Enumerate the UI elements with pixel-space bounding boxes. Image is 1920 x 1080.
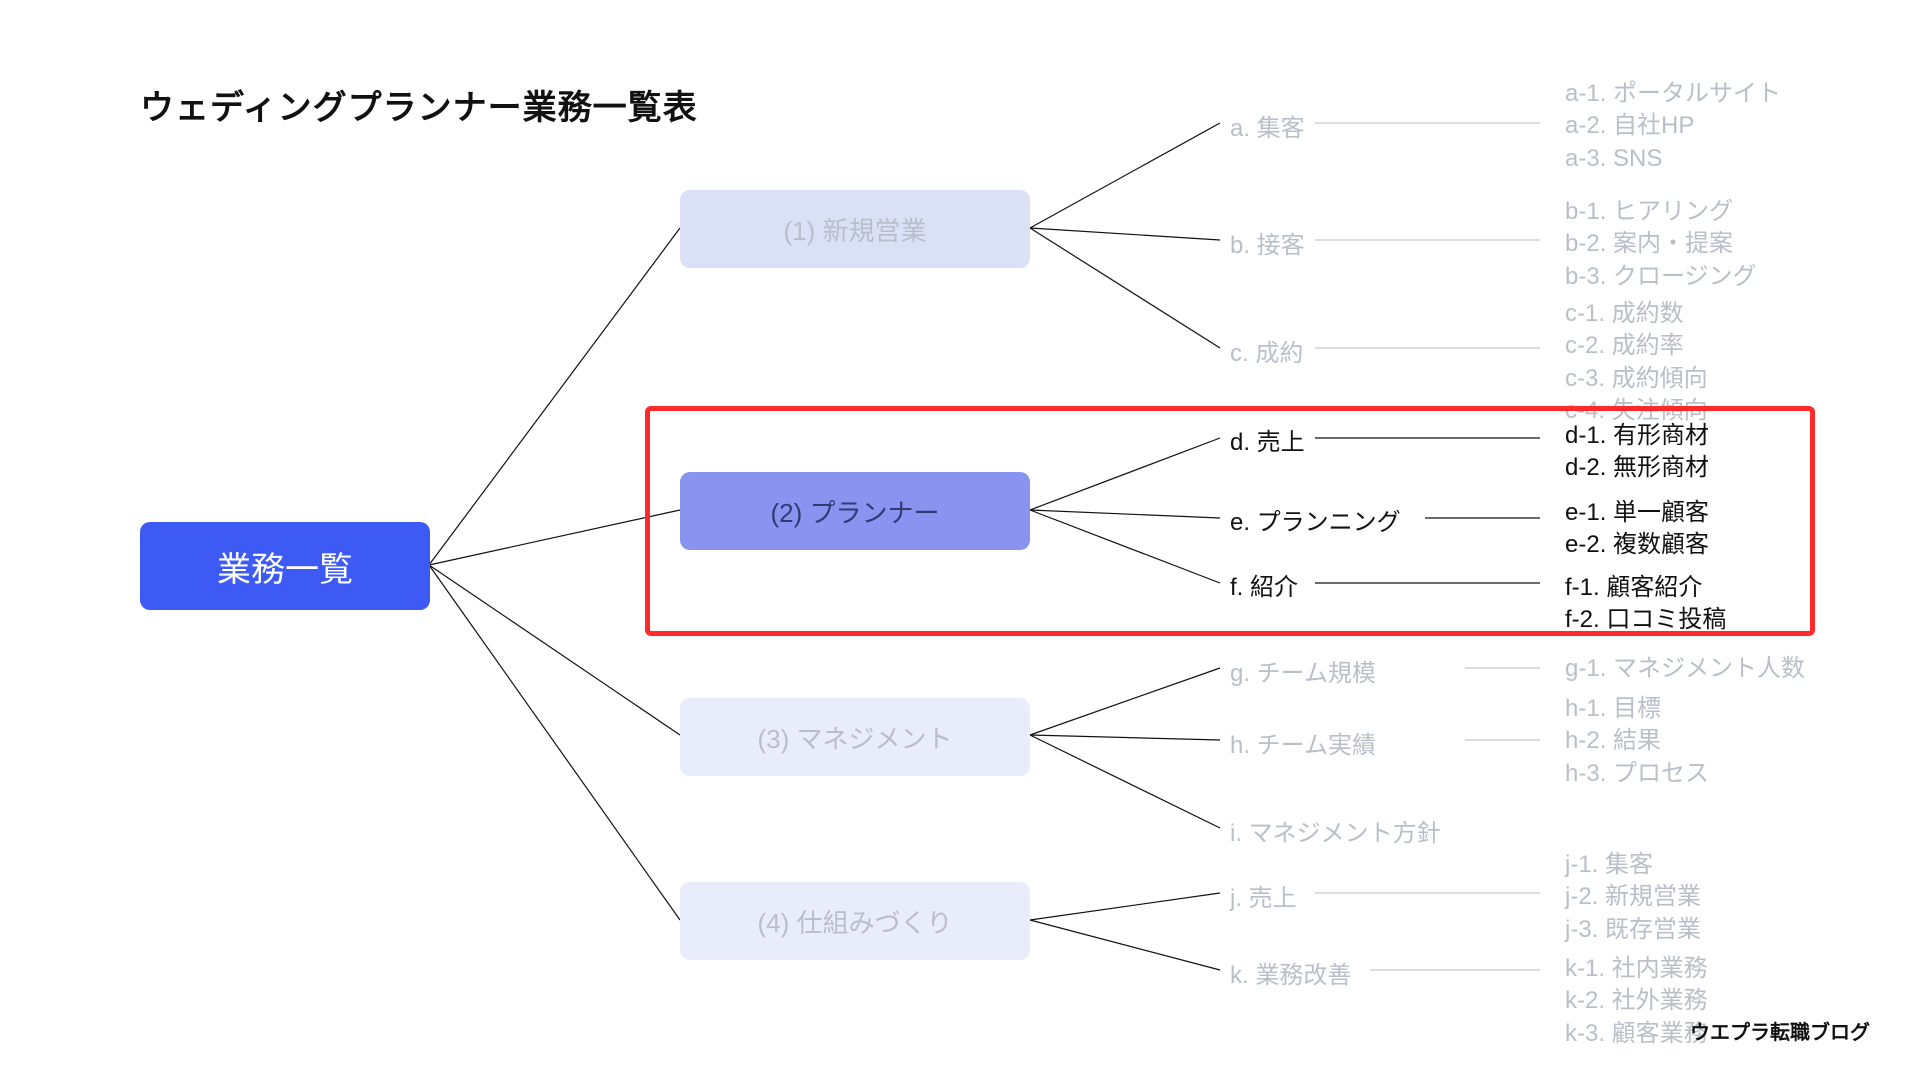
category-3-label: (3) マネジメント [757, 719, 952, 756]
category-3: (3) マネジメント [680, 698, 1030, 776]
leaf-h-2: h-2. 結果 [1565, 725, 1709, 757]
root-node: 業務一覧 [140, 522, 430, 610]
leaves-a: a-1. ポータルサイト a-2. 自社HP a-3. SNS [1565, 78, 1781, 175]
leaf-b-3: b-3. クロージング [1565, 261, 1757, 293]
category-1-label: (1) 新規営業 [783, 211, 926, 248]
mid-c: c. 成約 [1230, 333, 1303, 368]
leaf-a-2: a-2. 自社HP [1565, 110, 1781, 142]
mid-a: a. 集客 [1230, 108, 1305, 143]
root-label: 業務一覧 [217, 542, 353, 591]
leaf-c-1: c-1. 成約数 [1565, 298, 1708, 330]
leaves-j: j-1. 集客 j-2. 新規営業 j-3. 既存営業 [1565, 849, 1701, 946]
diagram-title: ウェディングプランナー業務一覧表 [140, 80, 698, 129]
leaf-j-3: j-3. 既存営業 [1565, 914, 1701, 946]
leaf-a-3: a-3. SNS [1565, 143, 1781, 175]
mid-g: g. チーム規模 [1230, 653, 1376, 688]
leaf-g-1: g-1. マネジメント人数 [1565, 653, 1805, 685]
leaf-c-2: c-2. 成約率 [1565, 330, 1708, 362]
leaves-k: k-1. 社内業務 k-2. 社外業務 k-3. 顧客業務 [1565, 953, 1708, 1050]
leaf-j-1: j-1. 集客 [1565, 849, 1701, 881]
leaf-k-2: k-2. 社外業務 [1565, 985, 1708, 1017]
leaves-g: g-1. マネジメント人数 [1565, 653, 1805, 685]
leaves-b: b-1. ヒアリング b-2. 案内・提案 b-3. クロージング [1565, 196, 1757, 293]
leaf-c-3: c-3. 成約傾向 [1565, 363, 1708, 395]
leaf-b-1: b-1. ヒアリング [1565, 196, 1757, 228]
leaf-j-2: j-2. 新規営業 [1565, 881, 1701, 913]
mid-i: i. マネジメント方針 [1230, 813, 1441, 848]
leaf-b-2: b-2. 案内・提案 [1565, 228, 1757, 260]
mid-b: b. 接客 [1230, 225, 1305, 260]
mid-j: j. 売上 [1230, 878, 1297, 913]
leaf-a-1: a-1. ポータルサイト [1565, 78, 1781, 110]
category-1: (1) 新規営業 [680, 190, 1030, 268]
mid-h: h. チーム実績 [1230, 725, 1376, 760]
footer-credit: ウエプラ転職ブログ [1690, 1016, 1870, 1045]
leaf-k-1: k-1. 社内業務 [1565, 953, 1708, 985]
leaf-k-3: k-3. 顧客業務 [1565, 1018, 1708, 1050]
leaf-h-1: h-1. 目標 [1565, 693, 1709, 725]
leaves-h: h-1. 目標 h-2. 結果 h-3. プロセス [1565, 693, 1709, 790]
highlight-planner-section [645, 406, 1815, 636]
category-4: (4) 仕組みづくり [680, 882, 1030, 960]
leaf-h-3: h-3. プロセス [1565, 758, 1709, 790]
category-4-label: (4) 仕組みづくり [757, 903, 952, 940]
mid-k: k. 業務改善 [1230, 955, 1351, 990]
